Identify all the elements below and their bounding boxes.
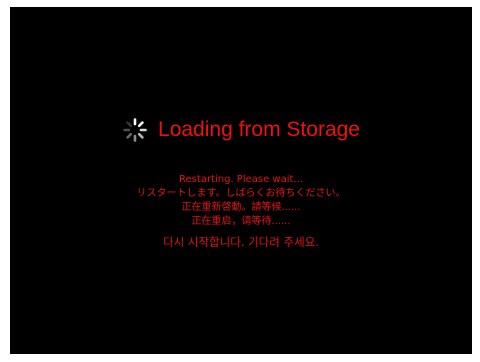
- loading-header: Loading from Storage: [10, 115, 472, 145]
- loading-screen: Loading from Storage Restarting. Please …: [10, 7, 472, 354]
- restart-message-en: Restarting. Please wait...: [179, 174, 303, 185]
- spinner-icon: [122, 117, 148, 143]
- restart-message-zh-tw: 正在重新啓動。請等候......: [181, 202, 301, 213]
- restart-message-zh-cn: 正在重启，请等待......: [191, 216, 291, 227]
- restart-messages: Restarting. Please wait... リスタートします。しばらく…: [10, 173, 472, 249]
- loading-title: Loading from Storage: [158, 118, 360, 141]
- restart-message-ko: 다시 시작합니다. 기다려 주세요.: [163, 235, 319, 249]
- restart-message-ja: リスタートします。しばらくお待ちください。: [136, 188, 346, 199]
